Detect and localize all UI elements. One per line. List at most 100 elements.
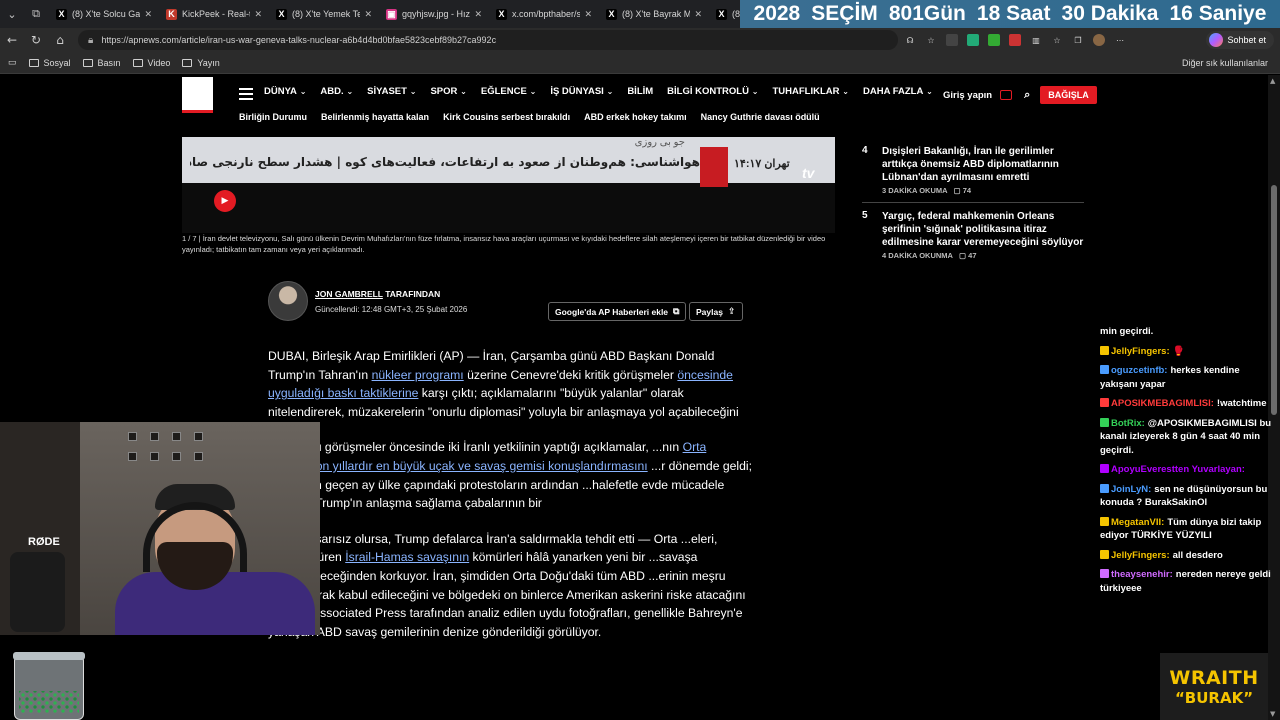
author-name-link[interactable]: JON GAMBRELL [315, 289, 383, 299]
copilot-icon [1209, 33, 1224, 47]
israel-hamas-war-link[interactable]: İsrail-Hamas savaşının [345, 550, 469, 564]
subnav-link[interactable]: Kirk Cousins serbest bırakıldı [443, 112, 570, 122]
chat-username[interactable]: JellyFingers: [1111, 346, 1170, 357]
browser-tab[interactable]: X (8) X'te Solcu Gazete✕ [50, 2, 158, 26]
chat-message: JellyFingers: all desdero [1100, 549, 1278, 563]
browser-tab[interactable]: K KickPeek - Real-time✕ [160, 2, 268, 26]
refresh-icon[interactable]: ↻ [24, 33, 48, 47]
bookmark-folder[interactable]: Yayın [182, 58, 220, 68]
chat-message: oguzcetinfb: herkes kendine yakışanı yapa… [1100, 364, 1278, 391]
extension-toolbar: ☊ ☆ ▥ ☆ ❐ ⋯ [904, 34, 1126, 46]
extension-icon[interactable] [988, 34, 1000, 46]
extension-icon[interactable] [967, 34, 979, 46]
scroll-down-icon[interactable]: ▼ [1270, 710, 1275, 718]
chat-username[interactable]: BotRix: [1111, 418, 1145, 429]
chat-username[interactable]: oguzcetinfb: [1111, 365, 1167, 376]
share-icon: ⇪ [727, 306, 736, 317]
trending-title[interactable]: Yargıç, federal mahkemenin Orleans şerif… [882, 210, 1087, 249]
favorites-icon[interactable]: ☆ [1051, 34, 1063, 46]
reading-list-icon[interactable]: ▭ [8, 57, 17, 68]
x-icon: X [56, 8, 67, 20]
bookmark-folder[interactable]: Video [132, 58, 170, 68]
url-input[interactable]: 🔒︎ https://apnews.com/article/iran-us-wa… [78, 30, 898, 50]
browser-tab[interactable]: Xx.com/bpthaber/sta✕ [490, 2, 598, 26]
browser-tab[interactable]: X (8) X'te Bayrak Med✕ [600, 2, 708, 26]
badge-line-1: WRAITH [1169, 666, 1259, 689]
wall-frame [128, 432, 137, 441]
collections-icon[interactable]: ❐ [1072, 34, 1084, 46]
tab-actions-icon[interactable]: ⧉ [24, 0, 48, 28]
browser-tab[interactable]: X (8) X'te Yemek Terör✕ [270, 2, 378, 26]
ticker-line-main: هواشناسی: هم‌وطنان از صعود به ارتفاعات، … [190, 155, 700, 169]
hamburger-menu-icon[interactable] [239, 88, 253, 103]
search-icon[interactable]: ⌕ [1024, 88, 1030, 102]
bookmark-folder[interactable]: Basın [82, 58, 121, 68]
chat-message: APOSIKMEBAGIMLISI: !watchtime [1100, 397, 1278, 411]
tab-menu-chevron-icon[interactable]: ⌄ [0, 0, 24, 28]
folder-icon [182, 58, 193, 67]
ap-logo[interactable] [182, 77, 213, 113]
chat-username[interactable]: theaysenehir: [1111, 569, 1173, 580]
chat-username[interactable]: MegatanVII: [1111, 517, 1164, 528]
tab-title: x.com/bpthaber/sta [512, 9, 581, 19]
nav-item[interactable]: SİYASET [367, 86, 416, 97]
paragraph-text: üzerine Cenevre'deki kritik görüşmeler [463, 367, 678, 382]
trending-title[interactable]: Dışişleri Bakanlığı, İran ile gerilimler… [882, 145, 1087, 184]
extension-icon[interactable] [1009, 34, 1021, 46]
donate-button[interactable]: BAĞIŞLA [1040, 86, 1097, 104]
nuclear-program-link[interactable]: nükleer programı [372, 368, 464, 382]
chat-badge-icon [1100, 549, 1109, 559]
subnav-link[interactable]: Birliğin Durumu [239, 112, 307, 122]
close-tab-icon[interactable]: ✕ [474, 9, 482, 20]
trending-meta: 4 DAKİKA OKUNMA ▢ 47 [882, 251, 977, 260]
scroll-up-icon[interactable]: ▲ [1270, 77, 1275, 85]
copilot-chat-button[interactable]: Sohbet et [1206, 31, 1274, 49]
close-tab-icon[interactable]: ✕ [254, 9, 262, 20]
ticker-city-time: تهران ۱۴:۱۷ [734, 158, 790, 170]
browser-tab[interactable]: ▣ gqyhjsw.jpg - Hızlı ✕ [380, 2, 488, 26]
nav-item[interactable]: EĞLENCE [481, 86, 536, 97]
nav-item[interactable]: TUHAFLIKLAR [772, 86, 849, 97]
nav-item[interactable]: BİLGİ KONTROLÜ [667, 86, 758, 97]
video-player[interactable]: جو بی روزی هواشناسی: هم‌وطنان از صعود به… [182, 137, 835, 233]
back-icon[interactable]: ← [0, 33, 24, 47]
chat-username[interactable]: ApoyuEverestten Yuvarlayan: [1111, 464, 1245, 475]
add-google-news-button[interactable]: Google'da AP Haberleri ekle ⧉ [548, 302, 687, 321]
subnav-link[interactable]: ABD erkek hokey takımı [584, 112, 687, 122]
close-tab-icon[interactable]: ✕ [694, 9, 702, 20]
nav-item[interactable]: DÜNYA [264, 86, 306, 97]
play-icon[interactable]: ▶ [214, 190, 236, 212]
microphone [10, 552, 65, 632]
close-tab-icon[interactable]: ✕ [364, 9, 372, 20]
nav-item[interactable]: ABD. [320, 86, 353, 97]
login-link[interactable]: Giriş yapın [943, 90, 992, 101]
chat-username[interactable]: JellyFingers: [1111, 550, 1170, 561]
subnav-link[interactable]: Belirlenmiş hayatta kalan [321, 112, 429, 122]
nav-item[interactable]: SPOR [430, 86, 466, 97]
read-aloud-icon[interactable]: ☊ [904, 34, 916, 46]
extension-icon[interactable] [946, 34, 958, 46]
nav-item[interactable]: İŞ DÜNYASI [550, 86, 613, 97]
home-icon[interactable]: ⌂ [48, 33, 72, 47]
nav-item[interactable]: DAHA FAZLA [863, 86, 933, 97]
subnav-link[interactable]: Nancy Guthrie davası ödülü [701, 112, 820, 122]
jar-gems [19, 691, 79, 713]
wall-frame [194, 432, 203, 441]
author-avatar [268, 281, 308, 321]
bookmark-folder[interactable]: Sosyal [28, 58, 71, 68]
chat-username[interactable]: JoinLyN: [1111, 484, 1151, 495]
nav-item[interactable]: BİLİM [627, 86, 653, 97]
close-tab-icon[interactable]: ✕ [584, 9, 592, 20]
more-icon[interactable]: ⋯ [1114, 34, 1126, 46]
star-icon[interactable]: ☆ [925, 34, 937, 46]
image-icon: ▣ [386, 8, 397, 20]
share-button[interactable]: Paylaş ⇪ [689, 302, 743, 321]
notifications-icon[interactable] [1000, 90, 1013, 100]
avatar[interactable] [1093, 34, 1105, 46]
ticker-red-block [700, 147, 728, 187]
chat-username[interactable]: APOSIKMEBAGIMLISI: [1111, 398, 1214, 409]
other-bookmarks[interactable]: Diğer sık kullanılanlar [1177, 58, 1268, 68]
close-tab-icon[interactable]: ✕ [144, 9, 152, 20]
split-screen-icon[interactable]: ▥ [1030, 34, 1042, 46]
countdown-seconds: 16 Saniye [1169, 2, 1267, 25]
